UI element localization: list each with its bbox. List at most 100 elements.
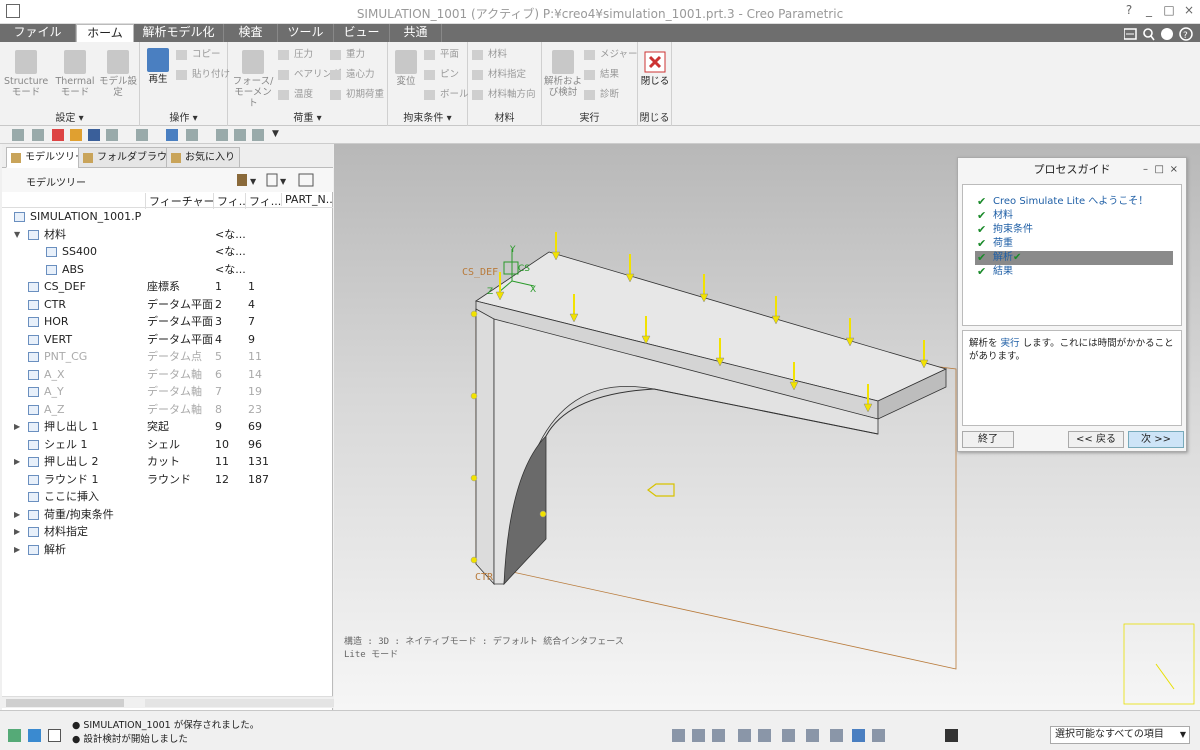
graphics-tool-icon[interactable] xyxy=(712,729,725,742)
column-feature-id[interactable]: フィ... xyxy=(213,193,245,209)
browser-toggle-icon[interactable] xyxy=(28,729,41,742)
minimize-button[interactable]: _ xyxy=(1138,3,1160,21)
close-window-button[interactable]: × xyxy=(1178,3,1200,21)
temperature-button[interactable]: 温度 xyxy=(278,88,313,102)
column-feature-type[interactable]: フィーチャー... xyxy=(145,193,213,209)
selection-filter-dropdown[interactable]: 選択可能なすべての項目 ▼ xyxy=(1050,726,1190,744)
tab-file[interactable]: ファイル xyxy=(0,24,76,42)
tab-inspect[interactable]: 検査 xyxy=(224,24,278,42)
expand-toggle-icon[interactable]: ▶ xyxy=(14,418,20,435)
step-welcome[interactable]: ✔ Creo Simulate Lite へようこそ！ xyxy=(975,195,1171,209)
expand-toggle-icon[interactable]: ▶ xyxy=(14,523,20,540)
tree-row[interactable]: ここに挿入 xyxy=(2,488,333,506)
save-icon[interactable] xyxy=(88,129,100,141)
step-analysis[interactable]: ✔ 解析✔ xyxy=(975,251,1173,265)
material-assign-button[interactable]: 材料指定 xyxy=(472,68,526,82)
find-icon[interactable] xyxy=(945,729,958,742)
results-button[interactable]: 結果 xyxy=(584,68,619,82)
tree-row[interactable]: HOR データム平面 3 7 xyxy=(2,313,333,331)
measures-button[interactable]: メジャー xyxy=(584,48,638,62)
tree-row[interactable]: SIMULATION_1001.PRT xyxy=(2,208,333,226)
tree-row[interactable]: CS_DEF 座標系 1 1 xyxy=(2,278,333,296)
pressure-button[interactable]: 圧力 xyxy=(278,48,313,62)
graphics-tool-icon[interactable] xyxy=(672,729,685,742)
tree-row[interactable]: A_Y データム軸 7 19 xyxy=(2,383,333,401)
diagnostics-button[interactable]: 診断 xyxy=(584,88,619,102)
preload-button[interactable]: 初期荷重 xyxy=(330,88,384,102)
step-loads[interactable]: ✔ 荷重 xyxy=(975,237,1171,251)
structure-mode-button[interactable]: Structure モード xyxy=(4,50,48,98)
tree-row[interactable]: シェル 1 シェル 10 96 xyxy=(2,436,333,454)
column-feature-num[interactable]: フィ... xyxy=(245,193,281,209)
scrollbar-thumb-left[interactable] xyxy=(6,699,124,707)
tree-row[interactable]: ▼ 材料 <な... xyxy=(2,226,333,244)
search-icon[interactable]: ? xyxy=(1123,26,1194,42)
graphics-tool-icon[interactable] xyxy=(830,729,843,742)
layers-icon[interactable] xyxy=(234,129,246,141)
tree-row[interactable]: CTR データム平面 2 4 xyxy=(2,296,333,314)
appearance-icon[interactable] xyxy=(52,129,64,141)
tree-row[interactable]: VERT データム平面 4 9 xyxy=(2,331,333,349)
tab-tools[interactable]: ツール xyxy=(278,24,334,42)
scrollbar-thumb-right[interactable] xyxy=(145,699,335,707)
centrifugal-button[interactable]: 遠心力 xyxy=(330,68,375,82)
pin-constraint-button[interactable]: ピン xyxy=(424,68,459,82)
regenerate-small-icon[interactable] xyxy=(166,129,178,141)
redo-icon[interactable] xyxy=(136,129,148,141)
back-button[interactable]: << 戻る xyxy=(1068,431,1124,448)
ball-constraint-button[interactable]: ボール xyxy=(424,88,469,102)
close-simulate-button[interactable]: 閉じる xyxy=(640,50,670,87)
tree-row[interactable]: ▶ 押し出し 1 突起 9 69 xyxy=(2,418,333,436)
tree-row[interactable]: ABS <な... xyxy=(2,261,333,279)
tab-favorites[interactable]: お気に入り xyxy=(166,147,240,168)
graphics-tool-icon[interactable] xyxy=(872,729,885,742)
help-button[interactable]: ? xyxy=(1118,3,1140,21)
step-results[interactable]: ✔ 結果 xyxy=(975,265,1171,279)
material-button[interactable]: 材料 xyxy=(472,48,507,62)
paste-button[interactable]: 貼り付け xyxy=(176,68,230,82)
new-icon[interactable] xyxy=(12,129,24,141)
step-constraints[interactable]: ✔ 拘束条件 xyxy=(975,223,1171,237)
analyses-studies-button[interactable]: 解析およ び検討 xyxy=(544,50,582,98)
copy-button[interactable]: コピー xyxy=(176,48,221,62)
open-icon[interactable] xyxy=(70,129,82,141)
undo-icon[interactable] xyxy=(106,129,118,141)
gravity-button[interactable]: 重力 xyxy=(330,48,365,62)
expand-toggle-icon[interactable]: ▼ xyxy=(14,226,20,243)
tree-row[interactable]: ▶ 荷重/拘束条件 xyxy=(2,506,333,524)
tree-row[interactable]: A_Z データム軸 8 23 xyxy=(2,401,333,419)
tab-common[interactable]: 共通 xyxy=(390,24,442,42)
close-window-icon[interactable] xyxy=(216,129,228,141)
tree-row[interactable]: ラウンド 1 ラウンド 12 187 xyxy=(2,471,333,489)
graphics-tool-icon[interactable] xyxy=(852,729,865,742)
displacement-button[interactable]: 変位 xyxy=(390,50,422,87)
tab-analysis-modeling[interactable]: 解析モデル化 xyxy=(134,24,224,42)
text-icon[interactable] xyxy=(32,129,44,141)
dialog-close-icon[interactable]: × xyxy=(1170,164,1178,175)
plane-constraint-button[interactable]: 平面 xyxy=(424,48,459,62)
tree-row[interactable]: ▶ 解析 xyxy=(2,541,333,559)
tree-row[interactable]: A_X データム軸 6 14 xyxy=(2,366,333,384)
expand-toggle-icon[interactable]: ▶ xyxy=(14,541,20,558)
dialog-minimize-icon[interactable]: – xyxy=(1143,164,1148,175)
thermal-mode-button[interactable]: Thermal モード xyxy=(52,50,98,98)
expand-toggle-icon[interactable]: ▶ xyxy=(14,453,20,470)
column-part-name[interactable]: PART_N... xyxy=(281,193,333,206)
customize-dropdown-icon[interactable]: ▼ xyxy=(272,129,284,141)
fullscreen-icon[interactable] xyxy=(48,729,61,742)
tree-row[interactable]: ▶ 材料指定 xyxy=(2,523,333,541)
expand-toggle-icon[interactable]: ▶ xyxy=(14,506,20,523)
end-button[interactable]: 終了 xyxy=(962,431,1014,448)
tree-toggle-icon[interactable] xyxy=(8,729,21,742)
regenerate-button[interactable]: 再生 xyxy=(142,48,174,85)
material-orientation-button[interactable]: 材料軸方向 xyxy=(472,88,536,102)
force-moment-button[interactable]: フォース/ モーメント xyxy=(230,50,276,109)
tab-home[interactable]: ホーム xyxy=(76,24,134,42)
maximize-button[interactable]: □ xyxy=(1158,3,1180,21)
next-button[interactable]: 次 >> xyxy=(1128,431,1184,448)
tree-row[interactable]: SS400 <な... xyxy=(2,243,333,261)
graphics-tool-icon[interactable] xyxy=(758,729,771,742)
graphics-tool-icon[interactable] xyxy=(738,729,751,742)
grid-icon[interactable] xyxy=(252,129,264,141)
graphics-tool-icon[interactable] xyxy=(692,729,705,742)
